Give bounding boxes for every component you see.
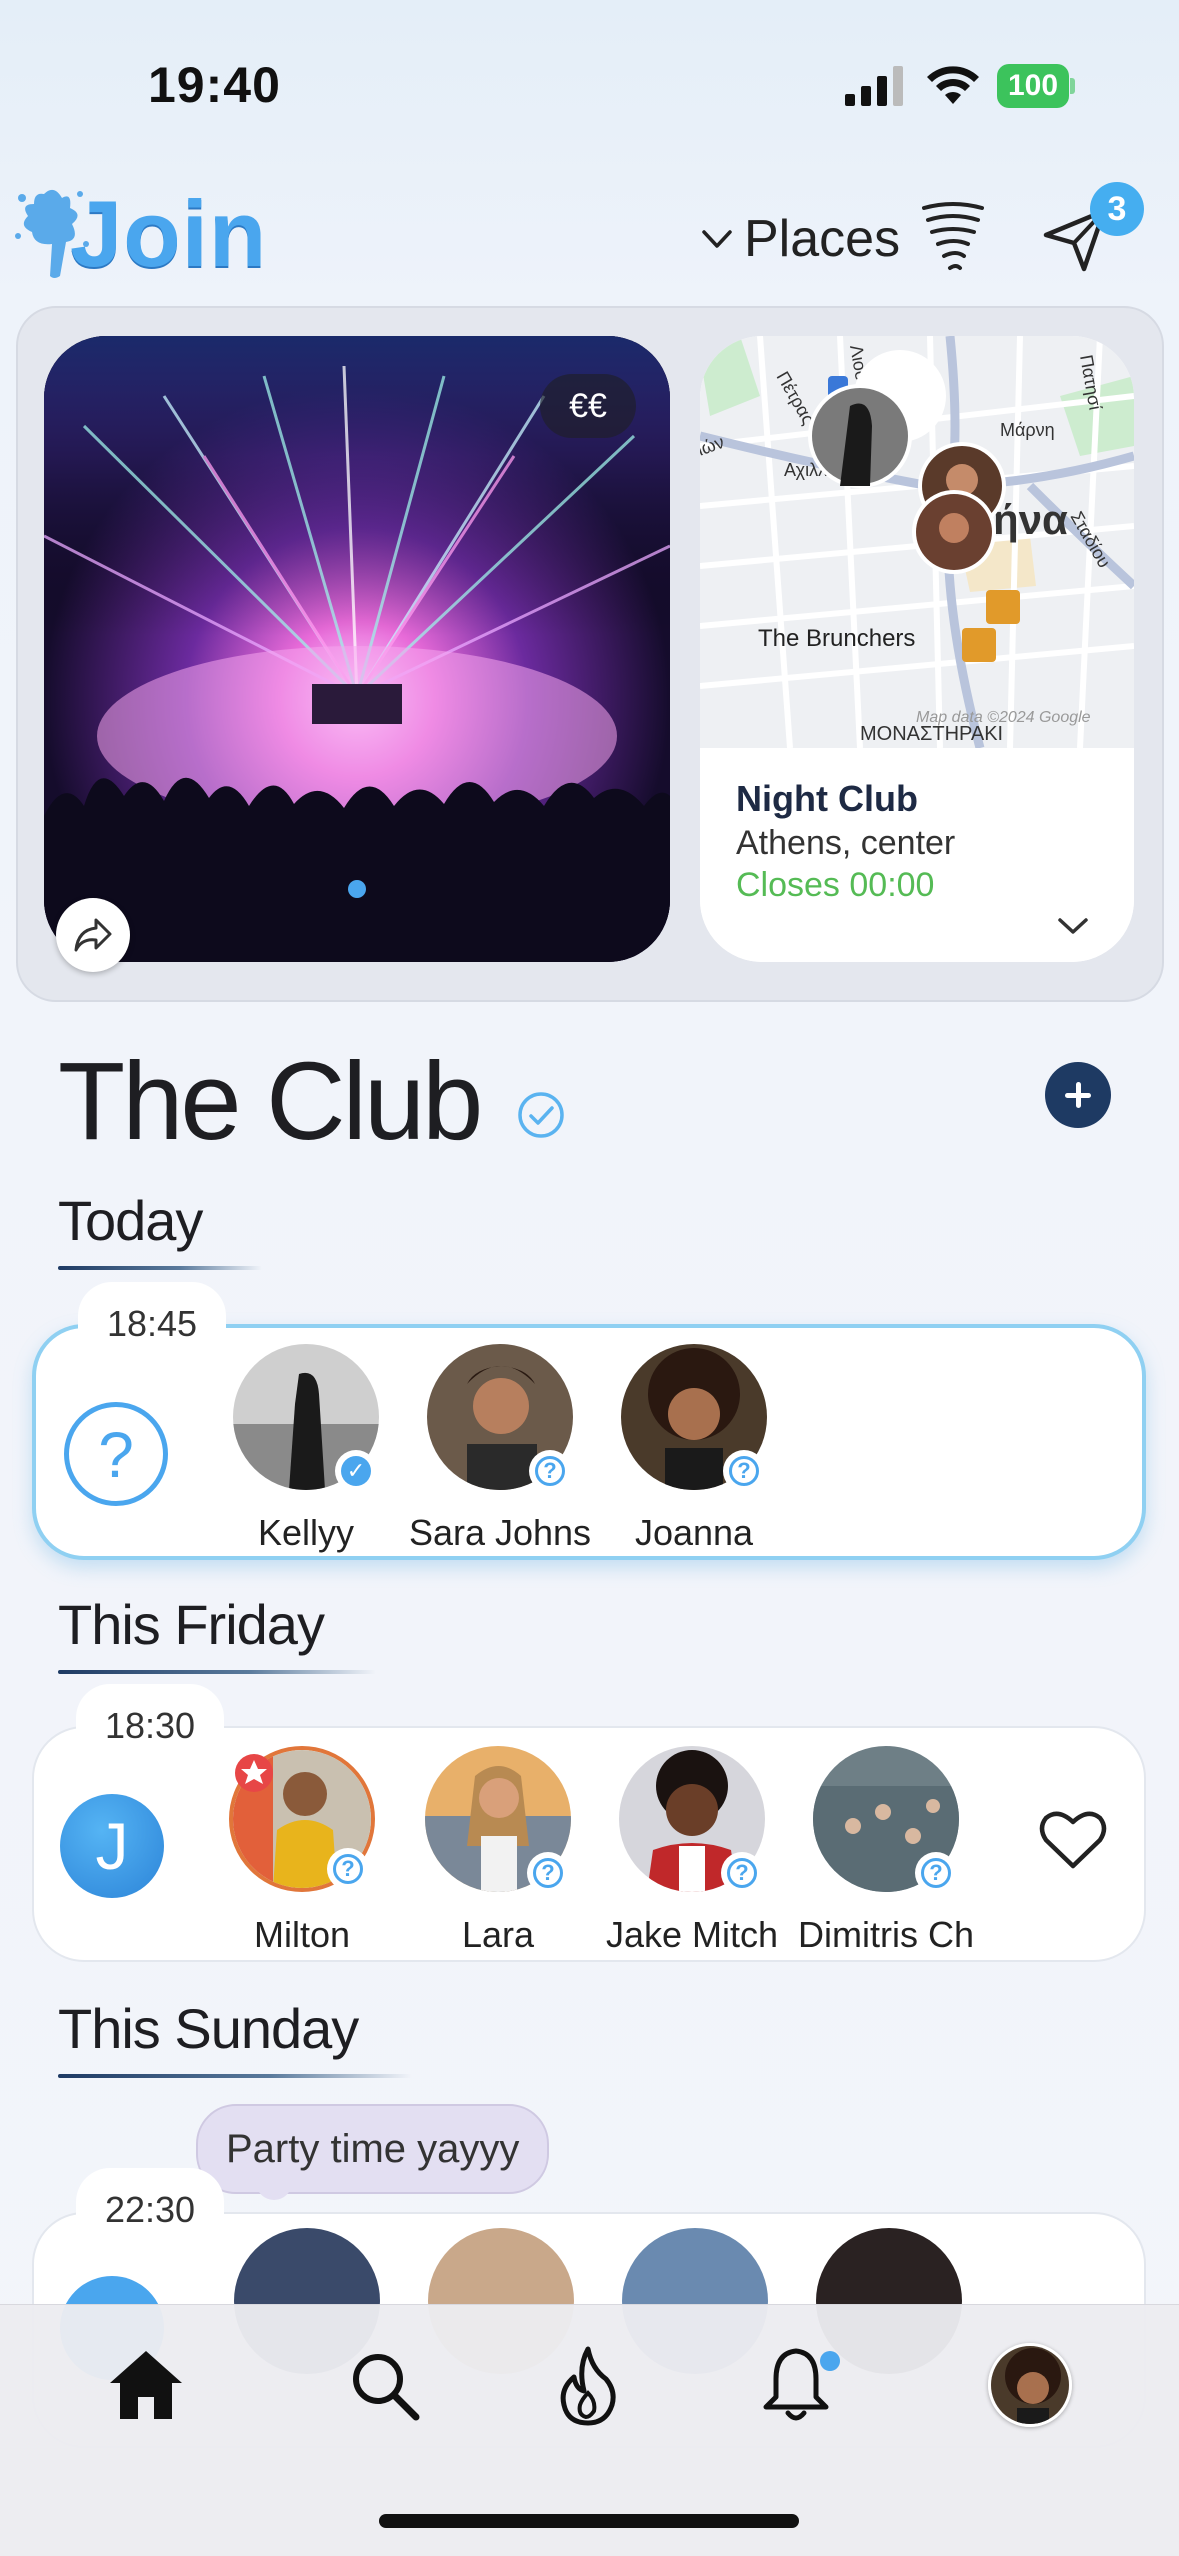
- attendee[interactable]: ? Milton: [202, 1746, 402, 1956]
- section-underline: [58, 1670, 376, 1674]
- attendee[interactable]: ✓ Kellyy: [206, 1344, 406, 1554]
- battery-level: 100: [997, 64, 1069, 108]
- map-friend-avatar[interactable]: [808, 384, 912, 488]
- pending-badge: ?: [529, 1450, 571, 1492]
- event-time: 22:30: [76, 2168, 224, 2252]
- venue-hours: Closes 00:00: [736, 866, 935, 904]
- map-view[interactable]: ΜΟΝΑΣΤΗΡΑΚΙ Αθήνα The Brunchers Map data…: [700, 336, 1134, 748]
- attendee-name: Sara Johns: [408, 1512, 592, 1553]
- home-indicator[interactable]: [379, 2514, 799, 2528]
- section-title-sunday: This Sunday: [58, 1997, 359, 2060]
- section-title-today: Today: [58, 1189, 203, 1252]
- flame-icon[interactable]: [546, 2343, 630, 2427]
- pending-badge: ?: [527, 1852, 569, 1894]
- map-label-district: ΜΟΝΑΣΤΗΡΑΚΙ: [860, 723, 1003, 745]
- pending-badge: ?: [327, 1848, 369, 1890]
- section-title-friday: This Friday: [58, 1593, 325, 1656]
- cellular-signal-icon: [845, 66, 903, 106]
- map-friend-avatar[interactable]: [912, 490, 996, 574]
- attendee-name: Jake Mitch: [605, 1914, 779, 1955]
- home-icon[interactable]: [104, 2343, 188, 2427]
- attendee[interactable]: ? Dimitris Ch: [786, 1746, 986, 1956]
- wifi-icon: [927, 66, 979, 104]
- event-time: 18:45: [78, 1282, 226, 1366]
- notification-dot: [820, 2351, 840, 2371]
- attendee[interactable]: ? Jake Mitch: [592, 1746, 792, 1956]
- logo-text: Join: [70, 181, 268, 286]
- page-title: The Club: [58, 1040, 483, 1163]
- map-place-label: The Brunchers: [758, 625, 915, 652]
- map-street-label: Μάρνη: [1000, 420, 1055, 440]
- bubble-tail: [256, 2180, 292, 2200]
- heart-icon[interactable]: [1038, 1808, 1108, 1872]
- venue-type: Night Club: [736, 778, 918, 819]
- section-underline: [58, 2074, 412, 2078]
- attendee-name: Lara: [461, 1914, 535, 1955]
- attendee[interactable]: ? Joanna: [594, 1344, 794, 1554]
- chevron-down-icon[interactable]: [1056, 914, 1090, 938]
- location-card[interactable]: ΜΟΝΑΣΤΗΡΑΚΙ Αθήνα The Brunchers Map data…: [700, 336, 1134, 962]
- pending-badge: ?: [721, 1852, 763, 1894]
- battery-icon: 100: [997, 64, 1075, 108]
- profile-avatar[interactable]: [988, 2343, 1072, 2427]
- chevron-down-icon: [702, 230, 732, 248]
- tornado-icon[interactable]: [918, 198, 988, 278]
- price-level-badge: €€: [540, 374, 636, 438]
- host-avatar[interactable]: J: [60, 1794, 164, 1898]
- carousel-dot[interactable]: [348, 880, 366, 898]
- attendee-name: Joanna: [634, 1512, 754, 1553]
- venue-area: Athens, center: [736, 824, 956, 862]
- places-dropdown[interactable]: Places: [700, 204, 900, 274]
- status-time: 19:40: [148, 57, 281, 113]
- star-icon: [235, 1754, 273, 1792]
- places-label: Places: [744, 210, 901, 268]
- search-icon[interactable]: [342, 2343, 426, 2427]
- add-event-button[interactable]: [1045, 1062, 1111, 1128]
- attendee-name: Kellyy: [257, 1512, 355, 1553]
- event-card[interactable]: 18:30 J ? Milton ? Lara ? Jake Mitch ? D…: [32, 1684, 1146, 1962]
- attendee-name: Milton: [253, 1914, 351, 1955]
- pending-badge: ?: [915, 1852, 957, 1894]
- confirmed-badge: ✓: [335, 1450, 377, 1492]
- pending-badge: ?: [723, 1450, 765, 1492]
- share-arrow-icon: [74, 918, 112, 952]
- verified-icon: [518, 1092, 564, 1138]
- event-card[interactable]: 18:45 ? ✓ Kellyy ? Sara Johns ? Joanna: [32, 1282, 1146, 1560]
- attendee[interactable]: ? Sara Johns: [400, 1344, 600, 1554]
- app-logo[interactable]: Join: [14, 180, 268, 290]
- share-button[interactable]: [56, 898, 130, 972]
- unknown-host-icon[interactable]: ?: [64, 1402, 168, 1506]
- attendee[interactable]: ? Lara: [398, 1746, 598, 1956]
- section-underline: [58, 1266, 262, 1270]
- chat-bubble[interactable]: Party time yayyy: [196, 2104, 550, 2194]
- venue-info[interactable]: Night Club Athens, center Closes 00:00: [700, 748, 1134, 962]
- notification-badge: 3: [1090, 182, 1144, 236]
- attendee-name: Dimitris Ch: [798, 1914, 974, 1955]
- map-watermark: Map data ©2024 Google: [916, 709, 1091, 726]
